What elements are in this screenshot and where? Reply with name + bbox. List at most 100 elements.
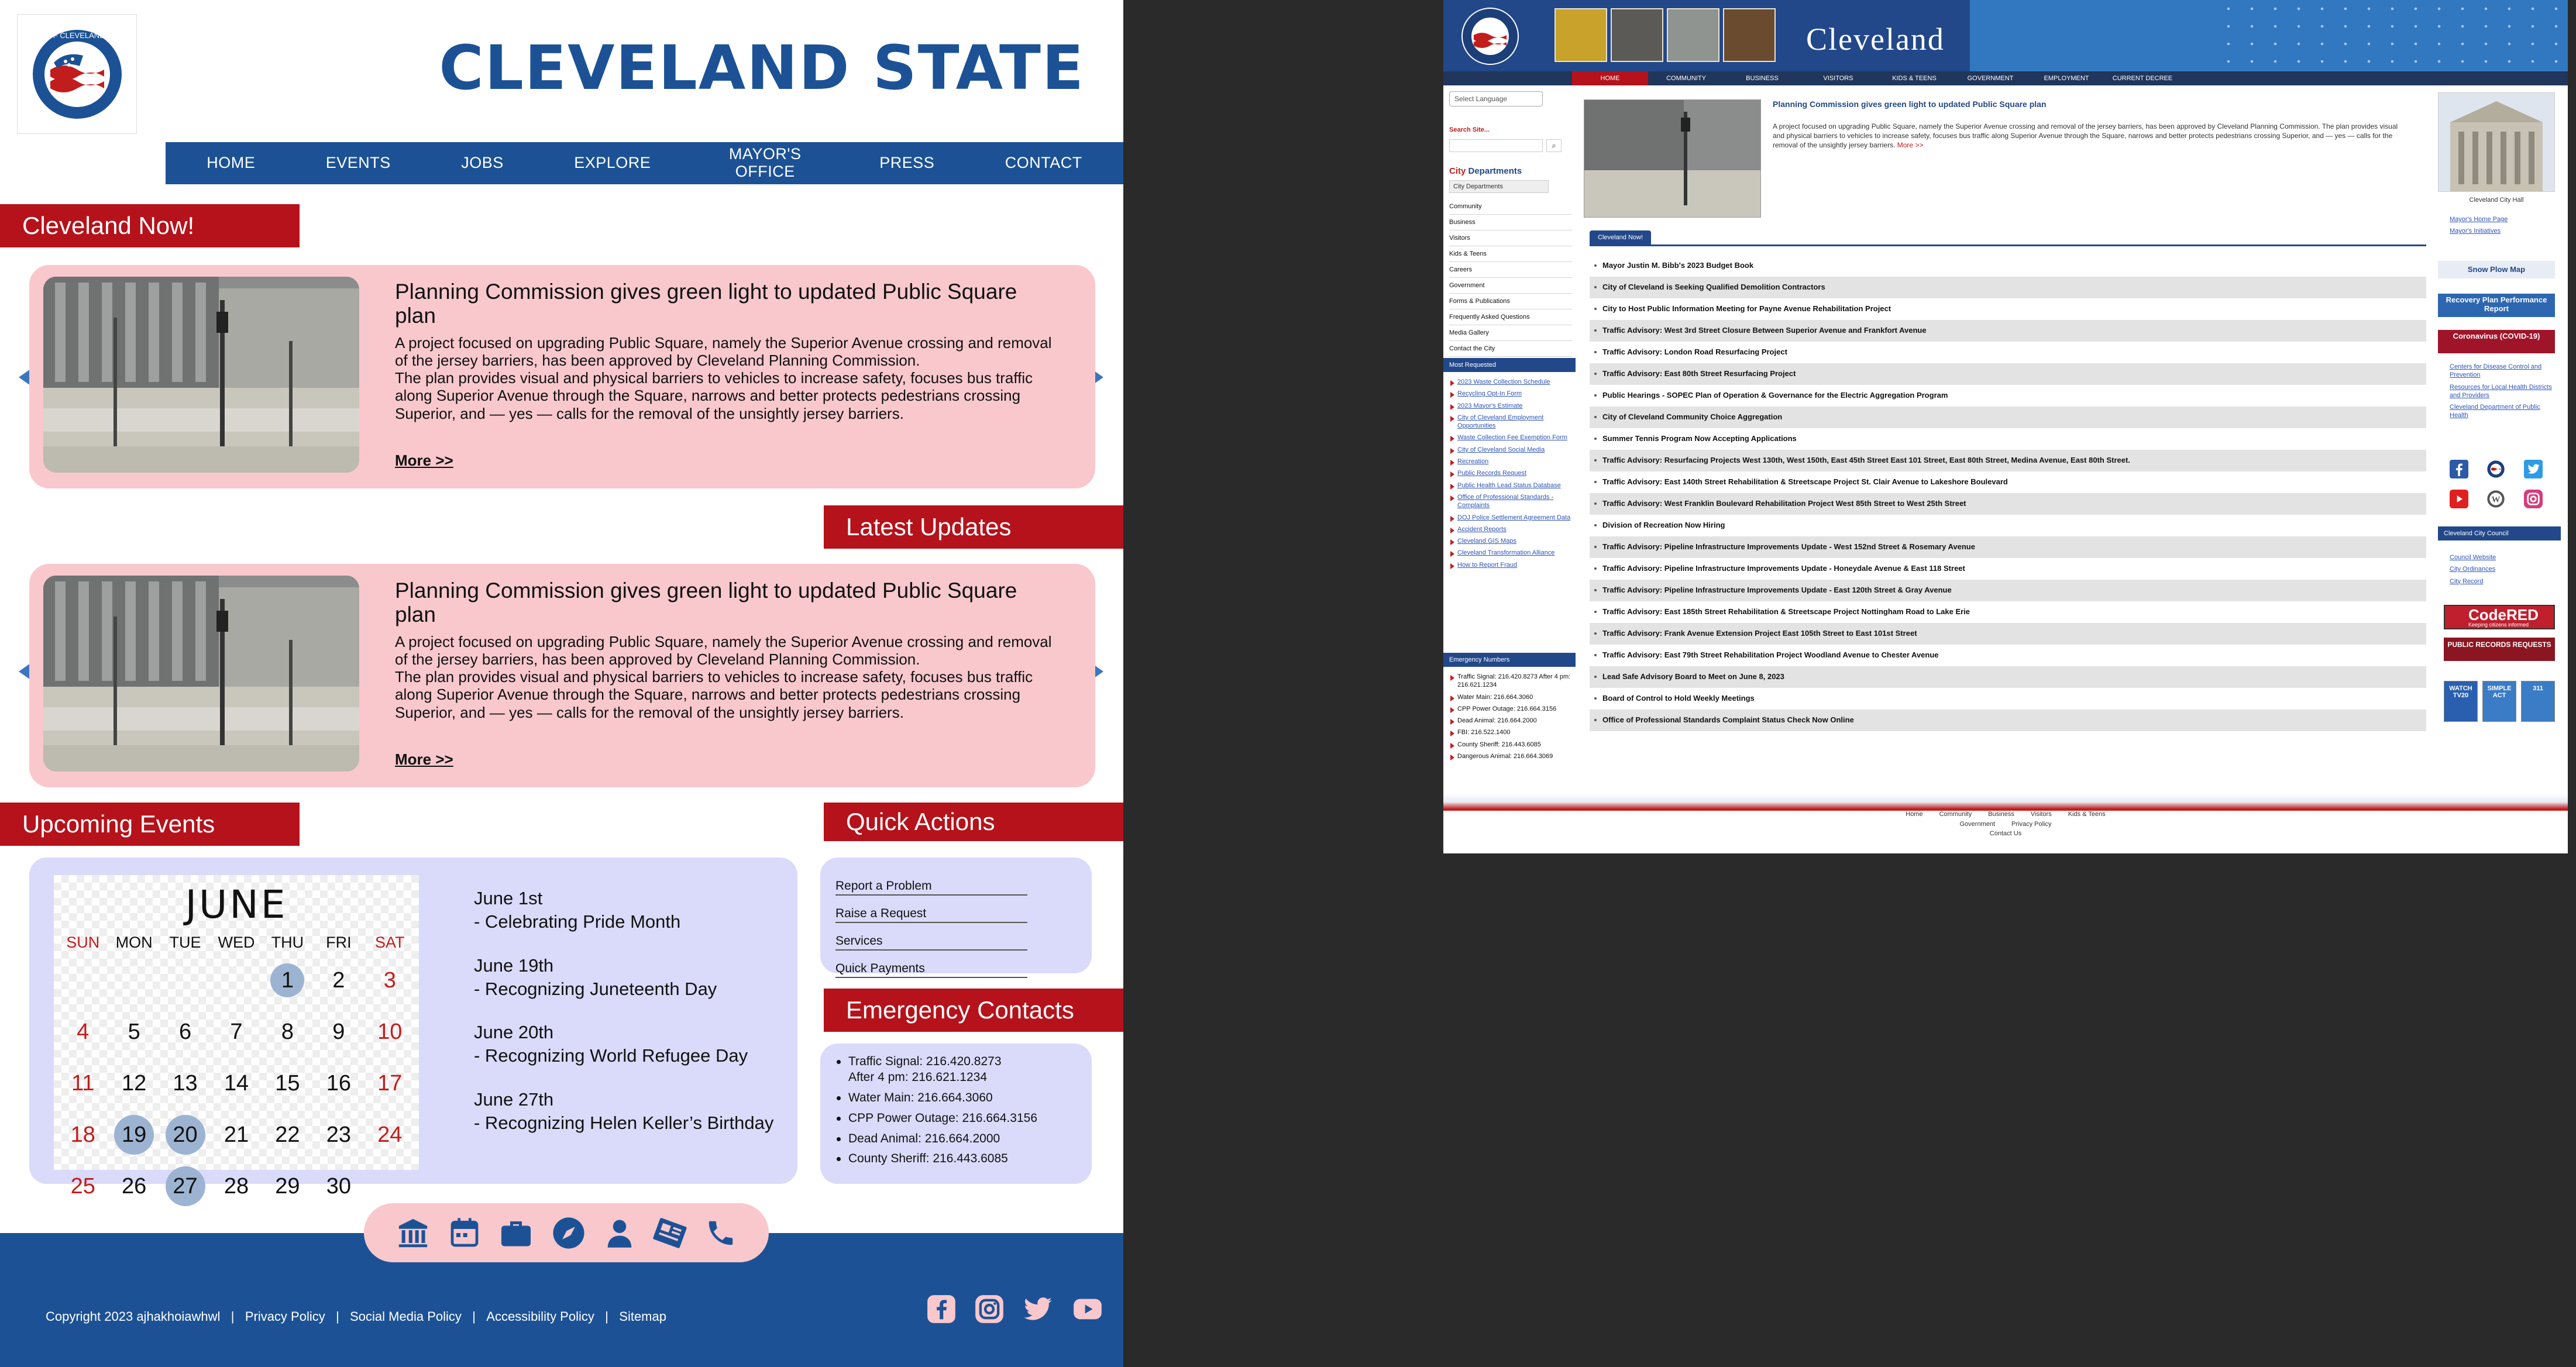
news-item[interactable]: Lead Safe Advisory Board to Meet on June…	[1590, 666, 2426, 688]
original-footer-link[interactable]: Visitors	[2031, 811, 2052, 818]
most-requested-link[interactable]: City of Cleveland Social Media	[1450, 446, 1573, 454]
news-item[interactable]: City to Host Public Information Meeting …	[1590, 298, 2426, 320]
recovery-plan-button[interactable]: Recovery Plan Performance Report	[2438, 294, 2555, 317]
calendar-day[interactable]: 3	[364, 955, 415, 1006]
calendar-day[interactable]: 2	[313, 955, 364, 1006]
original-nav-kids-teens[interactable]: KIDS & TEENS	[1876, 71, 1952, 85]
original-nav-visitors[interactable]: VISITORS	[1800, 71, 1876, 85]
calendar-day[interactable]: 24	[364, 1109, 415, 1161]
original-footer-link[interactable]: Business	[1988, 811, 2014, 818]
quick-action-payments[interactable]: Quick Payments	[835, 951, 1027, 978]
news-item[interactable]: Traffic Advisory: Frank Avenue Extension…	[1590, 623, 2426, 645]
event-item[interactable]: June 27th - Recognizing Helen Keller’s Bi…	[474, 1088, 802, 1135]
briefcase-icon[interactable]	[498, 1216, 534, 1251]
calendar-day[interactable]: 22	[262, 1109, 313, 1161]
mayors-initiatives-link[interactable]: Mayor's Initiatives	[2450, 227, 2555, 235]
youtube-icon[interactable]	[2450, 490, 2486, 511]
calendar-day[interactable]: 16	[313, 1058, 364, 1109]
feature-photo[interactable]	[1584, 99, 1761, 218]
calendar-day[interactable]: 8	[262, 1006, 313, 1058]
search-icon[interactable]: ⌕	[1546, 139, 1562, 152]
calendar-day[interactable]: 4	[57, 1006, 108, 1058]
article-more-link[interactable]: More >>	[395, 750, 453, 769]
article-title[interactable]: Planning Commission gives green light to…	[395, 579, 1027, 626]
building-icon[interactable]	[396, 1216, 430, 1250]
calendar-day[interactable]: 15	[262, 1058, 313, 1109]
original-nav-government[interactable]: GOVERNMENT	[1952, 71, 2028, 85]
simple-act-tile[interactable]: SIMPLE ACT	[2482, 681, 2516, 722]
calendar-day[interactable]: 5	[108, 1006, 159, 1058]
news-item[interactable]: Public Hearings - SOPEC Plan of Operatio…	[1590, 385, 2426, 407]
most-requested-link[interactable]: Cleveland GIS Maps	[1450, 537, 1573, 546]
calendar-day[interactable]: 7	[211, 1006, 262, 1058]
seal-icon[interactable]	[2486, 460, 2523, 481]
original-city-seal[interactable]	[1461, 7, 1519, 68]
public-records-banner[interactable]: PUBLIC RECORDS REQUESTS	[2444, 638, 2555, 661]
nav-explore[interactable]: EXPLORE	[574, 154, 651, 172]
twitter-icon[interactable]	[2523, 460, 2561, 481]
news-item[interactable]: Division of Recreation Now Hiring	[1590, 515, 2426, 536]
311-tile[interactable]: 311	[2521, 681, 2555, 722]
most-requested-link[interactable]: City of Cleveland Employment Opportuniti…	[1450, 414, 1573, 431]
original-footer-link[interactable]: Home	[1906, 811, 1922, 818]
original-nav-current-decree[interactable]: CURRENT DECREE	[2104, 71, 2181, 85]
news-item[interactable]: Traffic Advisory: Resurfacing Projects W…	[1590, 450, 2426, 471]
feature-more-link[interactable]: More >>	[1897, 141, 1924, 149]
quick-action-services[interactable]: Services	[835, 923, 1027, 951]
most-requested-link[interactable]: Office of Professional Standards - Compl…	[1450, 493, 1573, 510]
calendar-day[interactable]: 18	[57, 1109, 108, 1161]
facebook-icon[interactable]	[926, 1294, 957, 1327]
feature-title[interactable]: Planning Commission gives green light to…	[1773, 99, 2047, 109]
footer-accessibility-link[interactable]: Accessibility Policy	[486, 1309, 594, 1324]
nav-jobs[interactable]: JOBS	[461, 154, 504, 172]
news-item[interactable]: Summer Tennis Program Now Accepting Appl…	[1590, 428, 2426, 450]
original-footer-link[interactable]: Privacy Policy	[2011, 821, 2051, 828]
department-item[interactable]: Business	[1449, 215, 1572, 230]
department-item[interactable]: Contact the City	[1449, 341, 1572, 357]
original-nav-community[interactable]: COMMUNITY	[1648, 71, 1724, 85]
news-item[interactable]: Traffic Advisory: East 140th Street Reha…	[1590, 471, 2426, 493]
original-footer-link[interactable]: Contact Us	[1990, 830, 2021, 837]
department-item[interactable]: Forms & Publications	[1449, 294, 1572, 309]
original-footer-link[interactable]: Community	[1939, 811, 1972, 818]
news-item[interactable]: City of Cleveland Community Choice Aggre…	[1590, 407, 2426, 428]
news-item[interactable]: Mayor Justin M. Bibb's 2023 Budget Book	[1590, 255, 2426, 277]
nav-contact[interactable]: CONTACT	[1005, 154, 1082, 172]
nav-mayors-office[interactable]: MAYOR'S OFFICE	[721, 145, 809, 180]
most-requested-link[interactable]: 2023 Mayor's Estimate	[1450, 402, 1573, 410]
news-item[interactable]: Traffic Advisory: West 3rd Street Closur…	[1590, 320, 2426, 342]
most-requested-link[interactable]: Public Records Request	[1450, 469, 1573, 478]
footer-social-media-link[interactable]: Social Media Policy	[350, 1309, 462, 1324]
most-requested-link[interactable]: Waste Collection Fee Exemption Form	[1450, 433, 1573, 442]
most-requested-link[interactable]: Cleveland Transformation Alliance	[1450, 549, 1573, 557]
calendar-day[interactable]: 12	[108, 1058, 159, 1109]
most-requested-link[interactable]: How to Report Fraud	[1450, 561, 1573, 570]
news-item[interactable]: Traffic Advisory: Pipeline Infrastructur…	[1590, 580, 2426, 601]
department-item[interactable]: Frequently Asked Questions	[1449, 309, 1572, 325]
snow-plow-map-button[interactable]: Snow Plow Map	[2438, 261, 2555, 278]
instagram-icon[interactable]	[974, 1294, 1005, 1327]
mayors-home-page-link[interactable]: Mayor's Home Page	[2450, 215, 2555, 223]
news-item[interactable]: Traffic Advisory: East 79th Street Rehab…	[1590, 645, 2426, 666]
most-requested-link[interactable]: Accident Reports	[1450, 525, 1573, 534]
original-nav-employment[interactable]: EMPLOYMENT	[2028, 71, 2104, 85]
twitter-icon[interactable]	[1022, 1294, 1054, 1327]
department-item[interactable]: Careers	[1449, 262, 1572, 278]
news-item[interactable]: Traffic Advisory: Pipeline Infrastructur…	[1590, 558, 2426, 580]
most-requested-link[interactable]: Recreation	[1450, 457, 1573, 466]
search-input[interactable]	[1449, 139, 1543, 152]
city-departments-select[interactable]: City Departments	[1449, 180, 1549, 193]
language-select[interactable]: Select Language	[1449, 91, 1543, 106]
event-item[interactable]: June 1st - Celebrating Pride Month	[474, 887, 802, 934]
calendar-day[interactable]: 9	[313, 1006, 364, 1058]
news-card-latest-updates[interactable]: Planning Commission gives green light to…	[29, 564, 1095, 787]
calendar-day[interactable]: 23	[313, 1109, 364, 1161]
calendar-day[interactable]: 6	[160, 1006, 211, 1058]
city-ordinances-link[interactable]: City Ordinances	[2450, 565, 2555, 573]
news-item[interactable]: Traffic Advisory: Pipeline Infrastructur…	[1590, 536, 2426, 558]
original-nav-home[interactable]: HOME	[1572, 71, 1648, 85]
event-item[interactable]: June 19th - Recognizing Juneteenth Day	[474, 954, 802, 1001]
quick-action-report-problem[interactable]: Report a Problem	[835, 868, 1027, 896]
news-item[interactable]: Traffic Advisory: London Road Resurfacin…	[1590, 342, 2426, 363]
instagram-icon[interactable]	[2523, 490, 2561, 511]
